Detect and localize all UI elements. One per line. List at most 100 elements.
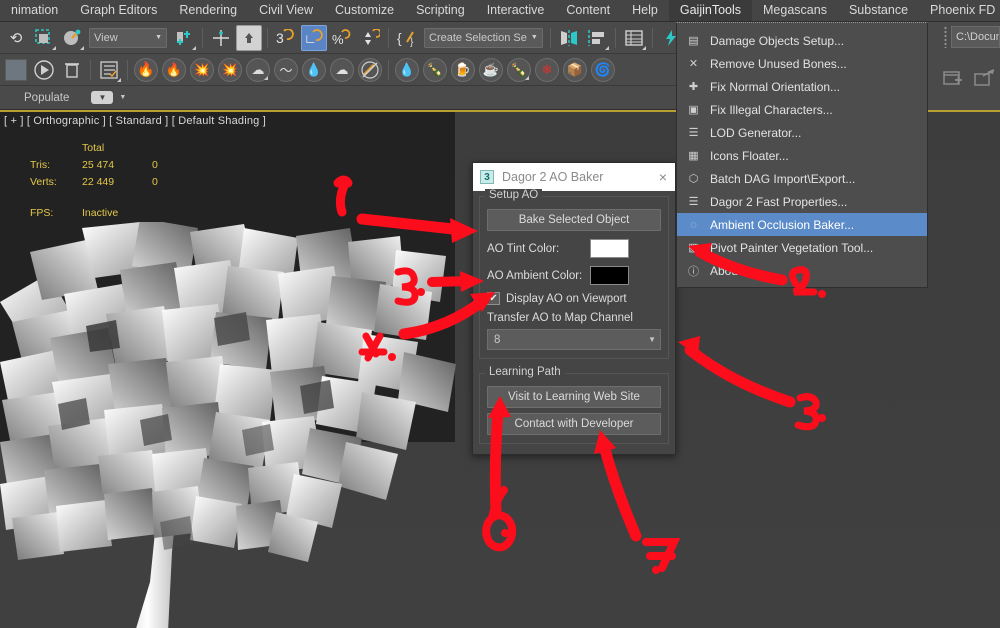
menu-item-label: LOD Generator... [710, 125, 802, 140]
menu-item-megascans[interactable]: Megascans [752, 0, 838, 21]
fire-icon[interactable]: 🔥 [134, 57, 158, 82]
ao-ambient-color-row: AO Ambient Color: [487, 266, 661, 285]
stats-verts-label: Verts: [30, 176, 57, 188]
liquid-icon[interactable]: 🍾 [423, 57, 447, 82]
menu-item-interactive[interactable]: Interactive [476, 0, 556, 21]
contact-with-developer-button[interactable]: Contact with Developer [487, 413, 661, 435]
bake-selected-object-button[interactable]: Bake Selected Object [487, 209, 661, 231]
populate-combo[interactable]: ▼ [91, 91, 114, 104]
percent-snap-icon[interactable]: % [329, 25, 355, 51]
fire-x-icon[interactable]: 🔥 [162, 57, 186, 82]
visit-to-learning-web-site-button[interactable]: Visit to Learning Web Site [487, 386, 661, 408]
menu-item-scripting[interactable]: Scripting [405, 0, 476, 21]
stats-tris-total: 25 474 [82, 159, 115, 171]
dialog-title-bar[interactable]: 3 Dagor 2 AO Baker × [473, 163, 675, 191]
flame-icon[interactable]: 💧 [302, 57, 326, 82]
close-icon[interactable]: × [657, 170, 669, 184]
ao-tint-color-swatch[interactable] [590, 239, 629, 258]
layer-manager-icon[interactable] [621, 25, 647, 51]
explosion-x-icon[interactable]: 💥 [218, 57, 242, 82]
display-ao-on-viewport-row[interactable]: ✔ Display AO on Viewport [487, 292, 661, 305]
menu-item-rendering[interactable]: Rendering [168, 0, 248, 21]
svg-text:3: 3 [276, 30, 284, 46]
lod-icon: ☰ [688, 127, 699, 139]
pour-icon[interactable]: 🍾 [507, 57, 531, 82]
gaijintools-dropdown-menu[interactable]: ▤ Damage Objects Setup... ✕ Remove Unused B… [676, 22, 928, 288]
render-setup-icon[interactable] [5, 58, 27, 81]
rotate-3-icon[interactable]: 3 [273, 25, 299, 51]
chevron-down-icon: ▼ [155, 34, 162, 41]
select-layer-icon[interactable] [973, 68, 997, 95]
toolbar-grip[interactable] [944, 26, 947, 48]
menu-item-damage-objects-setup[interactable]: ▤ Damage Objects Setup... [677, 29, 927, 52]
menu-item-batch-dag-import-export[interactable]: ⬡ Batch DAG Import\Export... [677, 167, 927, 190]
chevron-down-icon: ▼ [119, 94, 127, 101]
menu-item-about[interactable]: ⓘ About... [677, 259, 927, 282]
named-selection-icon[interactable]: {} [394, 25, 420, 51]
display-ao-on-viewport-label: Display AO on Viewport [506, 292, 627, 305]
ao-ambient-color-swatch[interactable] [590, 266, 629, 285]
menu-item-pivot-painter-vegetation-tool[interactable]: ▧ Pivot Painter Vegetation Tool... [677, 236, 927, 259]
menu-item-ambient-occlusion-baker[interactable]: ◌ Ambient Occlusion Baker... [677, 213, 927, 236]
coffee-icon[interactable]: ☕ [479, 57, 503, 82]
select-object-icon[interactable] [59, 25, 85, 51]
menu-item-content[interactable]: Content [555, 0, 621, 21]
menu-item-lod-generator[interactable]: ☰ LOD Generator... [677, 121, 927, 144]
ao-baker-icon: ◌ [690, 218, 697, 231]
stats-tris-second: 0 [152, 159, 158, 171]
menu-item-label: About... [710, 263, 752, 278]
angle-snap-icon[interactable]: ∟ [301, 24, 327, 51]
menu-item-remove-unused-bones[interactable]: ✕ Remove Unused Bones... [677, 52, 927, 75]
select-and-link-icon[interactable] [171, 25, 197, 51]
water-icon[interactable]: 💧 [395, 57, 419, 82]
display-ao-on-viewport-checkbox[interactable]: ✔ [487, 292, 500, 305]
align-icon[interactable] [584, 25, 610, 51]
stats-fps-value: Inactive [82, 207, 119, 219]
menu-bar: nimation Graph Editors Rendering Civil View… [0, 0, 1000, 22]
scene-explorer-icon[interactable] [96, 57, 122, 83]
setup-ao-group-label: Setup AO [485, 189, 543, 201]
spinner-snap-icon[interactable] [357, 25, 383, 51]
menu-item-label: Fix Illegal Characters... [710, 102, 833, 117]
bones-icon: ✕ [688, 58, 699, 70]
dagor-ao-baker-dialog[interactable]: 3 Dagor 2 AO Baker × Setup AO Bake Selec… [472, 162, 676, 455]
paint-bucket-icon[interactable]: 📦 [563, 57, 587, 82]
menu-item-phoenix-fd[interactable]: Phoenix FD [919, 0, 1000, 21]
smoke-icon[interactable]: ☁ [246, 57, 270, 82]
scene-path-field[interactable]: C:\Docum [951, 26, 1000, 48]
move-icon[interactable] [208, 25, 234, 51]
menu-item-dagor-2-fast-properties[interactable]: ☰ Dagor 2 Fast Properties... [677, 190, 927, 213]
delete-icon[interactable] [59, 57, 85, 83]
menu-item-fix-illegal-characters[interactable]: ▣ Fix Illegal Characters... [677, 98, 927, 121]
splash-red-icon[interactable]: ❄ [535, 57, 559, 82]
brush-disabled-icon[interactable] [358, 57, 382, 82]
menu-item-help[interactable]: Help [621, 0, 669, 21]
view-reference-combo[interactable]: View ▼ [89, 27, 167, 48]
smoke-trail-icon[interactable]: 〜 [274, 57, 298, 82]
render-production-icon[interactable] [31, 57, 57, 83]
menu-item-civil-view[interactable]: Civil View [248, 0, 324, 21]
menu-item-graph-editors[interactable]: Graph Editors [69, 0, 168, 21]
tree-model-render[interactable] [0, 222, 470, 628]
menu-item-substance[interactable]: Substance [838, 0, 919, 21]
cloud-dust-icon[interactable]: ☁ [330, 57, 354, 82]
menu-item-label: Ambient Occlusion Baker... [710, 217, 855, 232]
vortex-icon[interactable]: 🌀 [591, 57, 615, 82]
menu-item-nimation[interactable]: nimation [0, 0, 69, 21]
menu-item-label: Icons Floater... [710, 148, 789, 163]
menu-item-icons-floater[interactable]: ▦ Icons Floater... [677, 144, 927, 167]
menu-item-gaijintools[interactable]: GaijinTools [668, 0, 753, 21]
new-layer-icon[interactable] [942, 68, 966, 95]
mirror-icon[interactable] [556, 25, 582, 51]
select-region-icon[interactable] [31, 25, 57, 51]
menu-item-fix-normal-orientation[interactable]: ✚ Fix Normal Orientation... [677, 75, 927, 98]
beer-icon[interactable]: 🍺 [451, 57, 475, 82]
menu-item-label: Fix Normal Orientation... [710, 79, 841, 94]
menu-item-customize[interactable]: Customize [324, 0, 405, 21]
map-channel-select[interactable]: 8 ▼ [487, 329, 661, 350]
viewport-label[interactable]: [ + ] [ Orthographic ] [ Standard ] [ De… [4, 115, 266, 127]
undo-icon[interactable]: ⟲ [3, 25, 29, 51]
select-and-move-icon[interactable] [236, 24, 262, 51]
create-selection-set-combo[interactable]: Create Selection Se ▼ [424, 27, 543, 48]
explosion-icon[interactable]: 💥 [190, 57, 214, 82]
